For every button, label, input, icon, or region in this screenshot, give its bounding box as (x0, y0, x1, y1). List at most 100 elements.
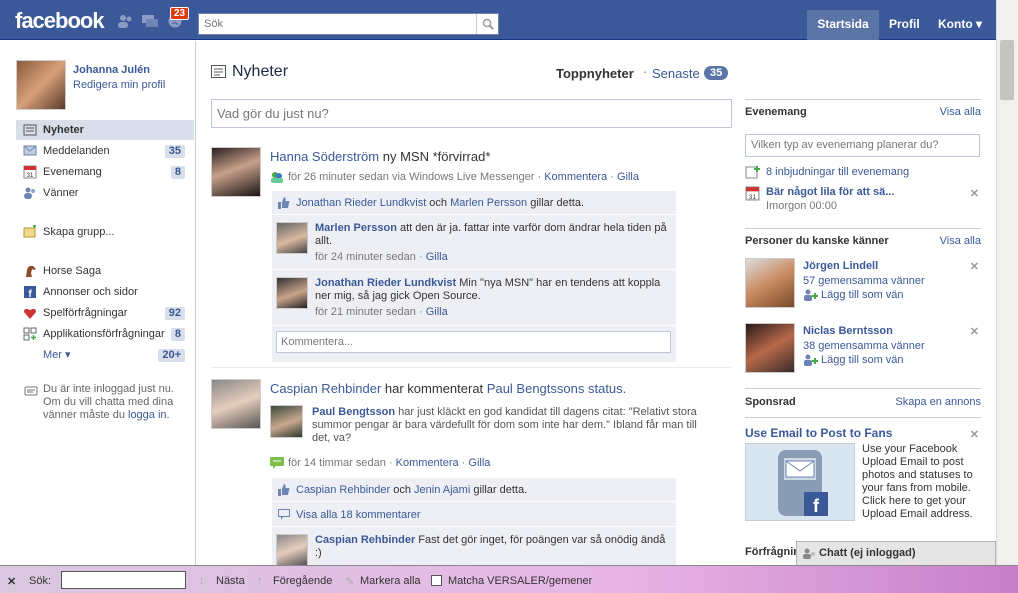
status-link[interactable]: Paul Bengtssons status. (487, 381, 626, 396)
find-close-button[interactable]: ✕ (7, 575, 16, 588)
liker-link[interactable]: Caspian Rehbinder (296, 484, 390, 496)
chat-bar[interactable]: Chatt (ej inloggad) (796, 541, 996, 565)
sidebar-item-label: Vänner (43, 187, 79, 199)
liker-link[interactable]: Jonathan Rieder Lundkvist (296, 197, 426, 209)
requests-bar[interactable]: Förfrågningar (745, 541, 796, 565)
ad-body[interactable]: Use your Facebook Upload Email to post p… (862, 443, 980, 521)
meta-separator: · (461, 457, 466, 469)
pymk-see-all-link[interactable]: Visa alla (940, 235, 981, 247)
story-timestamp: för 26 minuter sedan via Windows Live Me… (288, 171, 535, 183)
event-name-link[interactable]: Bär något lila för att sä... (766, 186, 894, 198)
story-author-avatar[interactable] (211, 147, 261, 197)
commenter-avatar[interactable] (276, 222, 308, 254)
messages-icon[interactable] (142, 14, 158, 28)
close-icon[interactable]: ✕ (970, 187, 979, 200)
tab-most-recent[interactable]: Senaste (652, 66, 700, 81)
friend-requests-icon[interactable] (117, 14, 133, 28)
sidebar-item-friends[interactable]: Vänner (16, 183, 194, 203)
liker-link[interactable]: Marlen Persson (450, 197, 527, 209)
tab-top-news[interactable]: Toppnyheter (556, 66, 634, 81)
suggested-friend-avatar[interactable] (745, 323, 795, 373)
news-feed-icon (211, 65, 226, 78)
suggested-friend-name[interactable]: Niclas Berntsson (803, 325, 893, 337)
user-avatar[interactable] (16, 60, 66, 110)
comment-like-link[interactable]: Gilla (426, 306, 448, 318)
chat-login-link[interactable]: logga in (128, 409, 167, 421)
status-update-input[interactable]: Vad gör du just nu? (211, 99, 732, 128)
calendar-icon: 31 (23, 165, 37, 179)
find-next-arrow-icon: ↓ (199, 575, 205, 587)
add-friend-button[interactable]: Lägg till som vän (803, 354, 904, 366)
mutual-friends-link[interactable]: 38 gemensamma vänner (803, 340, 925, 352)
comment-link[interactable]: Kommentera (396, 457, 459, 469)
sidebar-item-news-feed[interactable]: Nyheter (16, 120, 194, 140)
facebook-logo[interactable]: facebook (15, 8, 105, 34)
calendar-icon: 31 (745, 186, 760, 201)
suggested-friend-name[interactable]: Jörgen Lindell (803, 260, 878, 272)
events-see-all-link[interactable]: Visa alla (940, 106, 981, 118)
search-icon[interactable] (476, 14, 498, 34)
find-next-button[interactable]: Nästa (216, 575, 245, 587)
story-feedback: Caspian Rehbinder och Jenin Ajami gillar… (272, 478, 676, 566)
sidebar-more-link[interactable]: Mer ▾ 20+ (16, 345, 194, 365)
find-input[interactable] (61, 571, 186, 589)
sidebar-item-label: Nyheter (43, 124, 84, 136)
page-scrollbar[interactable] (996, 0, 1018, 565)
add-friend-button[interactable]: Lägg till som vän (803, 289, 904, 301)
view-all-comments-row[interactable]: Visa alla 18 kommentarer (272, 503, 676, 527)
search-input[interactable] (199, 14, 475, 34)
mutual-friends-link[interactable]: 57 gemensamma vänner (803, 275, 925, 287)
commenter-avatar[interactable] (276, 277, 308, 309)
nav-account-menu[interactable]: Konto ▾ (928, 10, 996, 40)
sidebar-item-app-requests[interactable]: Applikationsförfrågningar 8 (16, 324, 194, 344)
story-author-link[interactable]: Hanna Söderström (270, 149, 379, 164)
close-icon[interactable]: ✕ (970, 325, 979, 338)
app-requests-icon (23, 327, 37, 341)
commenter-avatar[interactable] (276, 534, 308, 566)
ad-title-link[interactable]: Use Email to Post to Fans (745, 426, 892, 440)
quoted-author-avatar[interactable] (270, 405, 303, 438)
ad-image[interactable]: f (745, 443, 855, 521)
quoted-author-link[interactable]: Paul Bengtsson (312, 406, 395, 418)
event-create-input[interactable]: Vilken typ av evenemang planerar du? (745, 134, 980, 157)
nav-home[interactable]: Startsida (807, 10, 879, 40)
sidebar-item-game-requests[interactable]: Spelförfrågningar 92 (16, 303, 194, 323)
like-link[interactable]: Gilla (617, 171, 639, 183)
horse-icon (26, 265, 36, 277)
app-requests-count-badge: 8 (170, 328, 185, 341)
user-name-link[interactable]: Johanna Julén (73, 64, 150, 76)
event-invites-link[interactable]: 8 inbjudningar till evenemang (766, 166, 909, 178)
sidebar-item-create-group[interactable]: Skapa grupp... (16, 222, 194, 242)
sidebar-item-events[interactable]: 31 Evenemang 8 (16, 162, 194, 182)
feed-story: Hanna Söderström ny MSN *förvirrad* för … (211, 147, 731, 362)
highlight-all-button[interactable]: Markera alla (360, 575, 421, 587)
commenter-link[interactable]: Jonathan Rieder Lundkvist (315, 277, 456, 289)
close-icon[interactable]: ✕ (970, 260, 979, 273)
commenter-link[interactable]: Caspian Rehbinder (315, 534, 415, 546)
nav-profile[interactable]: Profil (879, 10, 928, 40)
story-author-link[interactable]: Caspian Rehbinder (270, 381, 381, 396)
sidebar-item-horse-saga[interactable]: Horse Saga (16, 261, 194, 281)
match-case-checkbox[interactable] (431, 575, 442, 586)
liker-link[interactable]: Jenin Ajami (414, 484, 470, 496)
comment-link[interactable]: Kommentera (544, 171, 607, 183)
commenter-link[interactable]: Marlen Persson (315, 222, 397, 234)
sidebar-item-ads-and-pages[interactable]: f Annonser och sidor (16, 282, 194, 302)
add-friend-icon (804, 289, 818, 301)
sidebar-item-messages[interactable]: Meddelanden 35 (16, 141, 194, 161)
chat-offline-period: . (166, 409, 170, 421)
scrollbar-thumb[interactable] (1000, 40, 1014, 100)
suggested-friend-avatar[interactable] (745, 258, 795, 308)
close-icon[interactable]: ✕ (970, 428, 979, 441)
search-box[interactable] (198, 13, 499, 35)
view-all-comments-link[interactable]: Visa alla 18 kommentarer (296, 509, 421, 521)
story-author-avatar[interactable] (211, 379, 261, 429)
like-link[interactable]: Gilla (468, 457, 490, 469)
comment-like-link[interactable]: Gilla (426, 251, 448, 263)
find-previous-button[interactable]: Föregående (273, 575, 332, 587)
chat-offline-notice: Du är inte inloggad just nu. Om du vill … (43, 383, 183, 422)
comment-input[interactable]: Kommentera... (276, 331, 671, 353)
create-ad-link[interactable]: Skapa en annons (895, 396, 981, 408)
story-text: har kommenterat (381, 381, 487, 396)
edit-profile-link[interactable]: Redigera min profil (73, 79, 165, 91)
